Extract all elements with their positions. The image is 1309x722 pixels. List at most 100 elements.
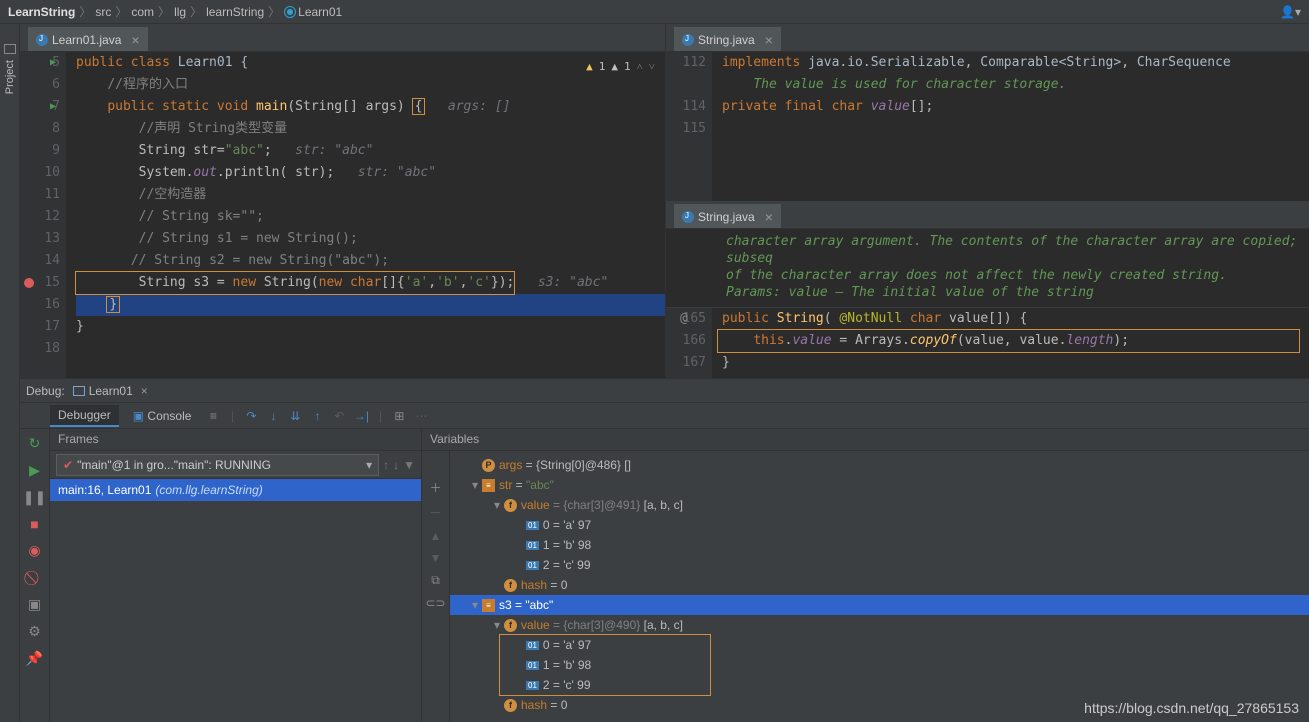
- force-step-into-icon[interactable]: ⇊: [287, 408, 303, 424]
- code-right-top[interactable]: implements java.io.Serializable, Compara…: [712, 52, 1309, 201]
- editor-pane-right: String.java × 112 114115 implements java…: [666, 24, 1309, 378]
- view-breakpoints-icon[interactable]: ◉: [28, 542, 40, 559]
- close-icon[interactable]: ×: [141, 384, 148, 398]
- camera-icon[interactable]: ▣: [28, 596, 41, 613]
- breadcrumb-item[interactable]: src: [95, 5, 111, 19]
- breadcrumb-item[interactable]: llg: [174, 5, 186, 19]
- pin-icon[interactable]: 📌: [26, 650, 43, 667]
- stack-frame[interactable]: main:16, Learn01 (com.llg.learnString): [50, 479, 421, 501]
- next-highlight-icon[interactable]: ˅: [649, 56, 655, 78]
- gutter-right-top[interactable]: 112 114115: [666, 52, 712, 201]
- prev-frame-icon[interactable]: ↑: [383, 458, 389, 472]
- variable-row[interactable]: ▾≡s3 = "abc": [450, 595, 1309, 615]
- thread-dropdown[interactable]: ✔ "main"@1 in gro..."main": RUNNING ▾: [56, 454, 379, 476]
- java-class-icon: [36, 34, 48, 46]
- class-icon: [284, 6, 296, 18]
- up-icon[interactable]: ▲: [430, 529, 442, 543]
- down-icon[interactable]: ▼: [430, 551, 442, 565]
- debug-toolbar: Debugger ▣ Console ≡ | ↷ ↓ ⇊ ↑ ↶ →| | ⊞ …: [20, 403, 1309, 429]
- tab-string-bottom[interactable]: String.java ×: [674, 204, 781, 228]
- tab-label: String.java: [698, 210, 755, 224]
- variables-tree[interactable]: Pargs = {String[0]@486} []▾≡str = "abc"▾…: [450, 451, 1309, 722]
- breadcrumb-item[interactable]: LearnString: [8, 5, 75, 19]
- show-watches-icon[interactable]: ⊂⊃: [425, 596, 445, 610]
- variable-row[interactable]: 011 = 'b' 98: [450, 655, 1309, 675]
- tab-label: String.java: [698, 33, 755, 47]
- variable-row[interactable]: Pargs = {String[0]@486} []: [450, 455, 1309, 475]
- rerun-icon[interactable]: ↻: [29, 435, 41, 452]
- top-bar: LearnString〉src〉com〉llg〉learnString〉Lear…: [0, 0, 1309, 24]
- thread-selector-row: ✔ "main"@1 in gro..."main": RUNNING ▾ ↑ …: [50, 451, 421, 479]
- step-out-icon[interactable]: ↑: [309, 408, 325, 424]
- breadcrumb-item[interactable]: Learn01: [284, 5, 342, 19]
- check-icon: ✔: [63, 458, 73, 472]
- variable-row[interactable]: fhash = 0: [450, 575, 1309, 595]
- frames-column: Frames ✔ "main"@1 in gro..."main": RUNNI…: [50, 429, 422, 722]
- tab-label: Learn01.java: [52, 33, 121, 47]
- editor-area: Learn01.java × ▶56▶789101112131415161718…: [20, 24, 1309, 378]
- debug-body: ↻ ▶ ❚❚ ■ ◉ ⃠ ▣ ⚙ 📌 Frames ✔ "main"@1 in …: [20, 429, 1309, 722]
- debug-config-tab[interactable]: Learn01 ×: [73, 384, 148, 398]
- variable-row[interactable]: 012 = 'c' 99: [450, 555, 1309, 575]
- code-area-right-bottom[interactable]: character array argument. The contents o…: [666, 229, 1309, 378]
- trace-icon[interactable]: ⋯: [413, 408, 429, 424]
- close-icon[interactable]: ×: [131, 35, 139, 45]
- variable-row[interactable]: 010 = 'a' 97: [450, 515, 1309, 535]
- next-frame-icon[interactable]: ↓: [393, 458, 399, 472]
- variable-row[interactable]: 011 = 'b' 98: [450, 535, 1309, 555]
- tab-learn01[interactable]: Learn01.java ×: [28, 27, 148, 51]
- step-over-icon[interactable]: ↷: [243, 408, 259, 424]
- project-tool-icon[interactable]: [4, 44, 16, 54]
- drop-frame-icon[interactable]: ↶: [331, 408, 347, 424]
- close-icon[interactable]: ×: [765, 35, 773, 45]
- variables-toolbar: ＋ － ▲ ▼ ⧉ ⊂⊃: [422, 451, 450, 722]
- user-menu-icon[interactable]: 👤▾: [1280, 5, 1301, 19]
- editor-pane-left: Learn01.java × ▶56▶789101112131415161718…: [20, 24, 666, 378]
- thread-dump-icon[interactable]: ≡: [205, 408, 221, 424]
- code-area-left[interactable]: ▶56▶789101112131415161718 ▲1 ▲1 ˄ ˅ publ…: [20, 52, 665, 378]
- java-class-icon: [682, 211, 694, 223]
- code-right-bottom[interactable]: public String( @NotNull char value[]) { …: [712, 308, 1309, 378]
- debug-tool-window: Debug: Learn01 × Debugger ▣ Console ≡ | …: [20, 378, 1309, 722]
- variables-column: Variables ＋ － ▲ ▼ ⧉ ⊂⊃ Pargs = {String[0…: [422, 429, 1309, 722]
- java-class-icon: [682, 34, 694, 46]
- prev-highlight-icon[interactable]: ˄: [637, 56, 643, 78]
- breadcrumb-item[interactable]: com: [131, 5, 154, 19]
- variable-row[interactable]: 012 = 'c' 99: [450, 675, 1309, 695]
- javadoc-block-top: character array argument. The contents o…: [666, 229, 1309, 308]
- debug-left-toolbar: ↻ ▶ ❚❚ ■ ◉ ⃠ ▣ ⚙ 📌: [20, 429, 50, 722]
- variables-title: Variables: [422, 429, 1309, 451]
- resume-icon[interactable]: ▶: [29, 462, 40, 479]
- run-config-icon: [73, 386, 85, 396]
- copy-icon[interactable]: ⧉: [431, 573, 440, 588]
- code-left[interactable]: ▲1 ▲1 ˄ ˅ public class Learn01 { //程序的入口…: [66, 52, 665, 378]
- step-into-icon[interactable]: ↓: [265, 408, 281, 424]
- project-tool-label[interactable]: Project: [4, 60, 16, 94]
- gutter-right-bottom[interactable]: @165166167168: [666, 308, 712, 378]
- tab-row-right-top: String.java ×: [666, 24, 1309, 52]
- variable-row[interactable]: ▾fvalue = {char[3]@490} [a, b, c]: [450, 615, 1309, 635]
- gutter-left[interactable]: ▶56▶789101112131415161718: [20, 52, 66, 378]
- breadcrumb-item[interactable]: learnString: [206, 5, 264, 19]
- add-watch-icon[interactable]: ＋: [429, 479, 441, 496]
- tab-console[interactable]: ▣ Console: [125, 406, 200, 426]
- settings-icon[interactable]: ⚙: [28, 623, 41, 640]
- pause-icon[interactable]: ❚❚: [23, 489, 46, 506]
- evaluate-icon[interactable]: ⊞: [391, 408, 407, 424]
- frames-title: Frames: [50, 429, 421, 451]
- code-area-right-top[interactable]: 112 114115 implements java.io.Serializab…: [666, 52, 1309, 201]
- remove-watch-icon[interactable]: －: [429, 504, 441, 521]
- warning-icon: ▲: [586, 56, 593, 78]
- run-to-cursor-icon[interactable]: →|: [353, 408, 369, 424]
- watermark: https://blog.csdn.net/qq_27865153: [1084, 700, 1299, 716]
- tab-string-top[interactable]: String.java ×: [674, 27, 781, 51]
- variable-row[interactable]: ▾≡str = "abc": [450, 475, 1309, 495]
- variable-row[interactable]: 010 = 'a' 97: [450, 635, 1309, 655]
- stop-icon[interactable]: ■: [30, 516, 38, 532]
- filter-icon[interactable]: ▼: [403, 458, 415, 472]
- close-icon[interactable]: ×: [765, 212, 773, 222]
- inspection-strip[interactable]: ▲1 ▲1 ˄ ˅: [586, 56, 655, 78]
- variable-row[interactable]: ▾fvalue = {char[3]@491} [a, b, c]: [450, 495, 1309, 515]
- tab-debugger[interactable]: Debugger: [50, 405, 119, 427]
- console-icon: ▣: [133, 409, 144, 423]
